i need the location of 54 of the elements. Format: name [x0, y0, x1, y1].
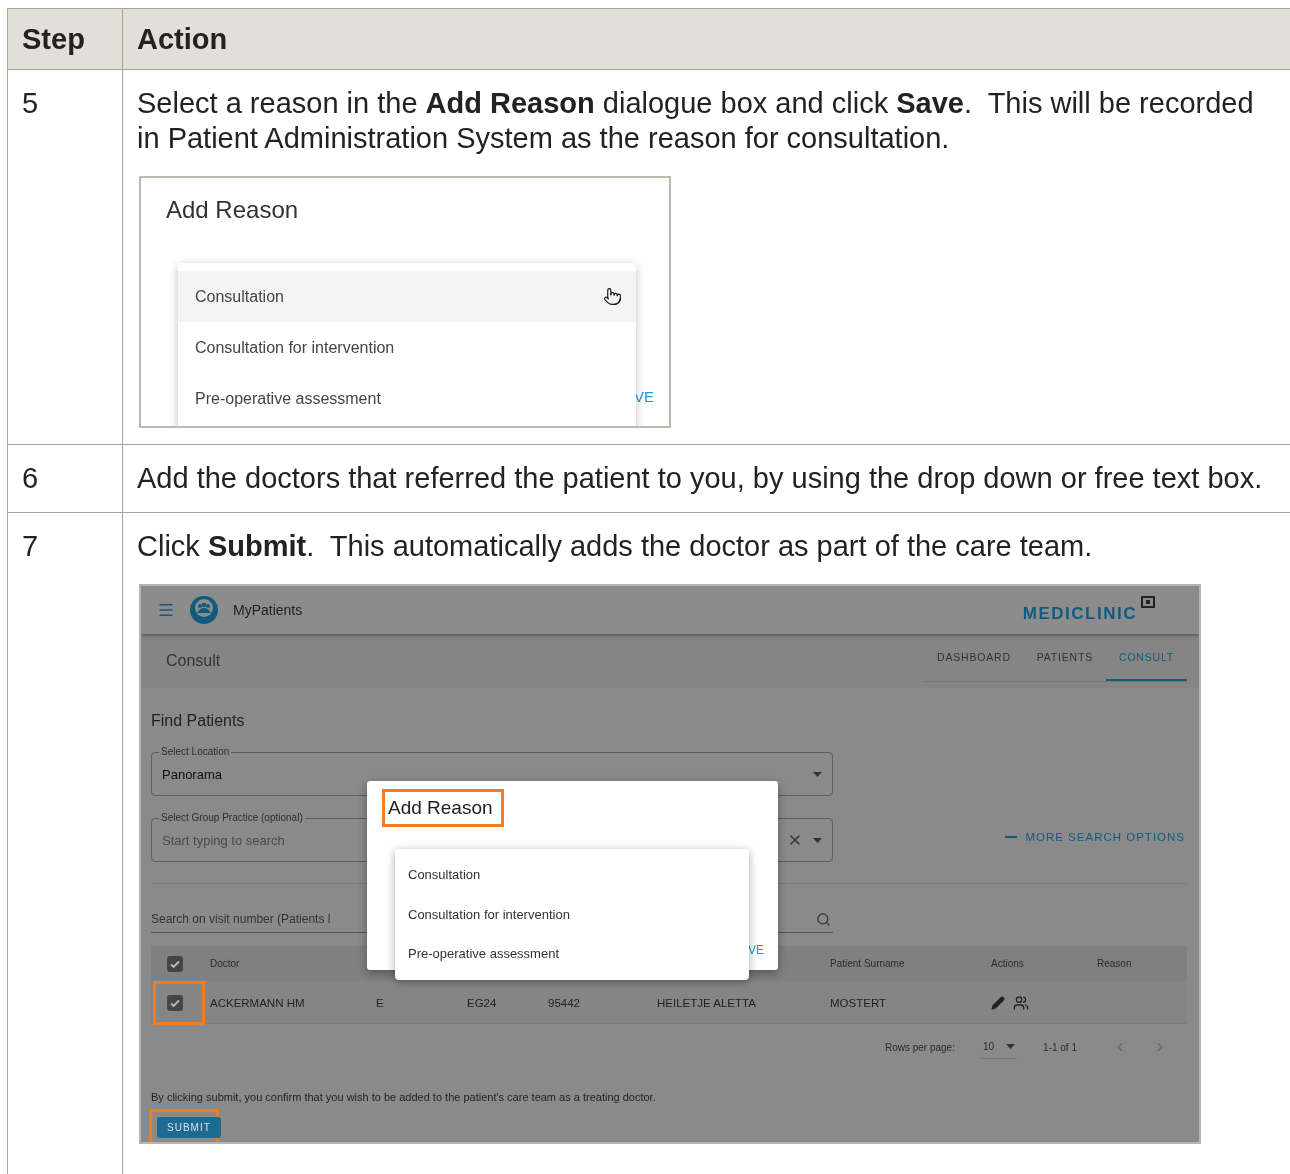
checkbox[interactable]: [167, 995, 183, 1011]
menu-option[interactable]: Consultation: [395, 855, 749, 895]
nav-tab[interactable]: DASHBOARD: [924, 634, 1024, 681]
save-button[interactable]: VE: [748, 943, 764, 957]
step-number: 5: [8, 70, 123, 445]
step-number: 6: [8, 445, 123, 513]
page-range: 1-1 of 1: [1043, 1041, 1077, 1053]
rows-per-page-label: Rows per page:: [884, 1041, 955, 1053]
logo-mark-icon: [1141, 596, 1155, 608]
edit-icon[interactable]: [991, 996, 1005, 1010]
hand-cursor-icon: [603, 287, 622, 306]
column-header: Step: [8, 9, 123, 70]
column-header: Actions: [991, 957, 1025, 971]
notice-text: By clicking submit, you confirm that you wish to be added to the patient's care team as a treating doctor.: [151, 1091, 657, 1103]
column-header: Action: [123, 9, 1290, 70]
dropdown-caret-icon: [813, 837, 822, 843]
table-row[interactable]: ACKERMANN HM E EG24 95442 HEILETJE ALETTA MOSTERT: [151, 981, 1187, 1024]
field-label: Select Group Practice (optional): [159, 811, 305, 825]
section-title: Find Patients: [151, 711, 246, 731]
menu-icon[interactable]: [157, 601, 175, 619]
checkbox[interactable]: [167, 955, 183, 972]
dropdown-caret-icon: [813, 771, 822, 777]
menu-option[interactable]: Pre-operative assessment: [395, 934, 749, 974]
menu-option[interactable]: Consultation: [178, 271, 636, 322]
table-cell-text: HEILETJE ALETTA: [657, 996, 757, 1011]
app-name: MyPatients: [233, 602, 303, 618]
menu-option[interactable]: Consultation for intervention: [178, 322, 636, 373]
step-number: 7: [8, 513, 123, 1174]
logo-icon: [189, 595, 219, 625]
submit-button[interactable]: SUBMIT: [157, 1117, 221, 1138]
column-header: Patient Surname: [830, 957, 906, 971]
brand-logo: MEDICLINIC: [1022, 604, 1137, 624]
table-cell-text: MOSTERT: [830, 996, 887, 1011]
menu-option[interactable]: Consultation for intervention: [395, 894, 749, 934]
step-text: Add the doctors that referred the patient to you, by using the drop down or free text box.: [137, 461, 1264, 496]
table-cell-text: 95442: [548, 996, 581, 1011]
dash-icon: [1005, 835, 1018, 838]
table-cell-text: E: [376, 996, 385, 1011]
step-text: Click Submit. This automatically adds the doctor as part of the care team.: [137, 529, 1094, 564]
field-placeholder: Start typing to search: [162, 832, 286, 848]
field-value: Panorama: [162, 766, 223, 782]
nav-tab[interactable]: PATIENTS: [1023, 634, 1106, 681]
dropdown-caret-icon: [1006, 1044, 1016, 1049]
menu-option[interactable]: Pre-operative assessment: [178, 373, 636, 424]
table-cell-text: ACKERMANN HM: [210, 996, 306, 1011]
step-text: Select a reason in the Add Reason dialogue box and click Save. This will be recorded in Patient Administration System as the reason for consultation.: [137, 86, 1255, 156]
dialog-title: Add Reason: [166, 196, 299, 224]
rows-per-page-select[interactable]: 10: [980, 1035, 1018, 1059]
column-header: Reason: [1097, 957, 1133, 971]
group-icon[interactable]: [1013, 995, 1029, 1011]
table-cell-text: EG24: [467, 996, 498, 1011]
search-icon[interactable]: [816, 911, 831, 927]
column-header: Doctor: [210, 957, 241, 971]
page-title: Consult: [166, 652, 221, 670]
